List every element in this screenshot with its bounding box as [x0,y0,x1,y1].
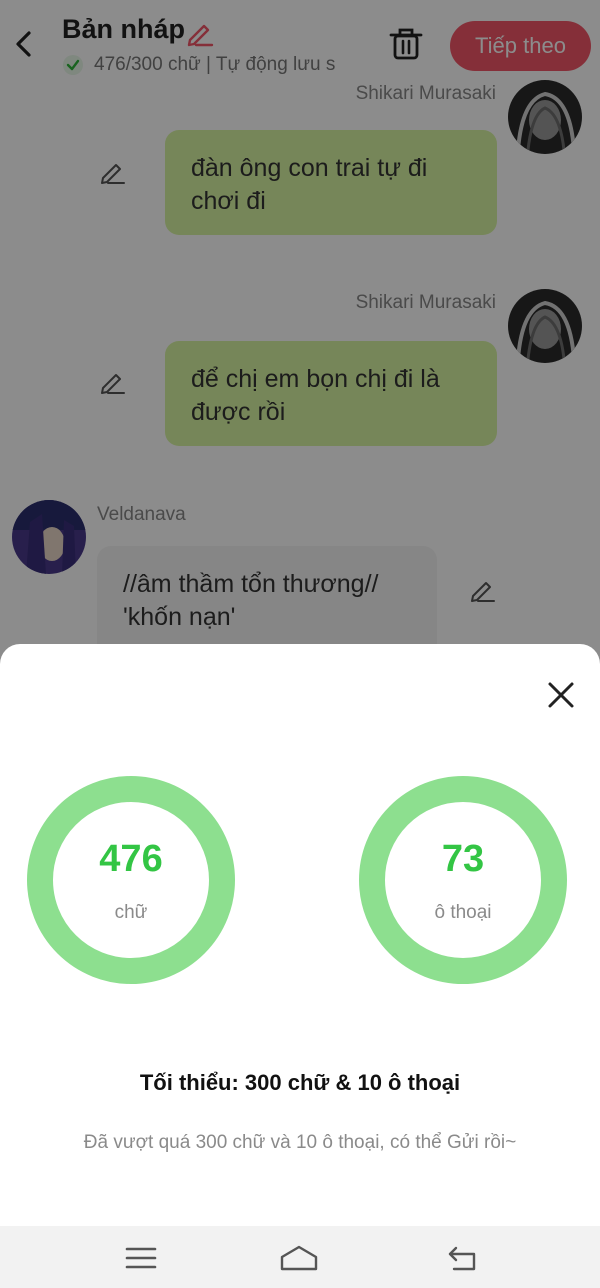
system-nav-bar [0,1226,600,1288]
word-count-label: chữ [114,902,148,923]
stats-sheet: 476 chữ 73 ô thoại Tối thiểu: 300 chữ & … [0,644,600,1226]
word-count-value: 476 [99,838,163,880]
dialog-count-ring: 73 ô thoại [359,776,567,984]
home-icon[interactable] [279,1244,319,1272]
dialog-count-label: ô thoại [434,902,492,923]
menu-icon[interactable] [125,1244,157,1272]
return-icon[interactable] [446,1244,478,1272]
dialog-count-value: 73 [441,838,485,880]
screen: Bản nháp 476/300 chữ | Tự động lưu s Tiế… [0,0,600,1288]
close-icon[interactable] [544,678,578,712]
word-count-ring: 476 chữ [27,776,235,984]
submit-hint: Đã vượt quá 300 chữ và 10 ô thoại, có th… [83,1132,517,1153]
minimum-requirement: Tối thiểu: 300 chữ & 10 ô thoại [139,1070,461,1095]
